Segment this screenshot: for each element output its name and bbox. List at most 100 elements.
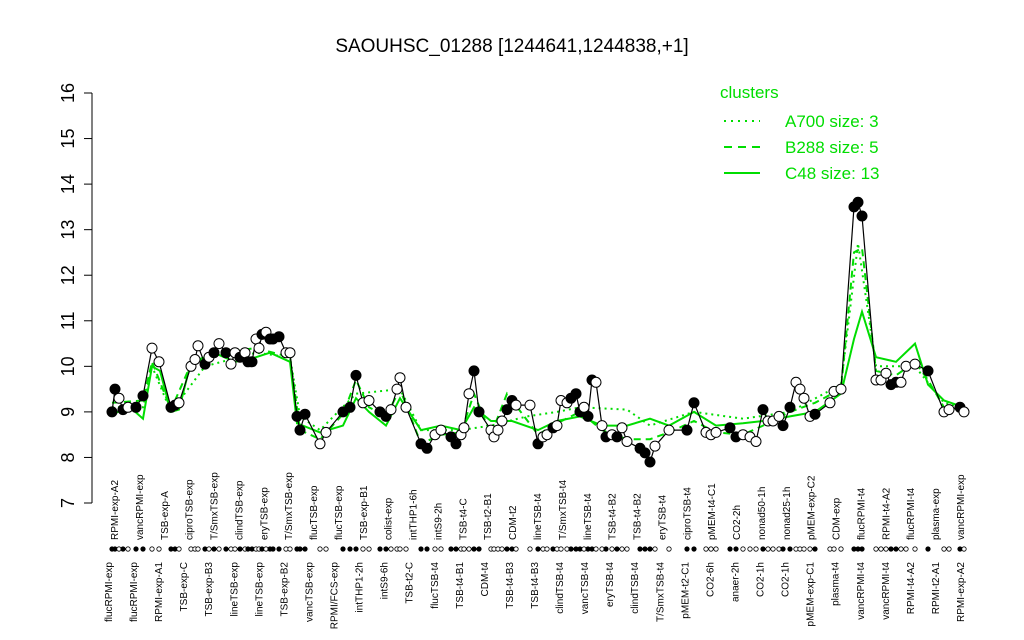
data-point-134 [958,406,970,418]
data-point-129 [909,358,921,370]
rug-mark-61 [476,546,482,552]
x-label-lower-1: flucRPMI-exp [129,562,140,622]
x-label-lower-2: RPMI-exp-A1 [154,562,165,622]
data-point-115 [809,408,821,420]
data-point-41 [344,401,356,413]
data-point-38 [314,438,326,450]
x-label-upper-33: plasma-exp [931,488,942,540]
rug-mark-52 [424,546,430,552]
rug-mark-55 [448,546,454,552]
rug-mark-6 [140,546,146,552]
data-point-108 [773,410,785,422]
y-tick-label-12: 12 [58,265,78,285]
rug-mark-125 [888,546,894,552]
data-point-52 [421,442,433,454]
rug-mark-18 [216,546,222,552]
legend-label-2: C48 size: 13 [785,164,880,183]
rug-mark-72 [544,546,550,552]
data-point-60 [468,365,480,377]
legend: clusters A700 size: 3 B288 size: 5 C48 size… [720,83,880,183]
data-point-78 [570,388,582,400]
x-label-lower-11: intS9-6h [380,562,391,599]
y-tick-label-16: 16 [58,83,78,103]
x-label-upper-18: T/SmxTSB-t4 [558,480,569,540]
rug-mark-106 [765,546,771,552]
x-label-upper-9: flucTSB-exp [334,485,345,540]
x-label-lower-16: TSB-t4-B3 [505,562,516,609]
data-point-0 [106,406,118,418]
x-label-lower-32: RPMI-t4-A2 [906,562,917,615]
x-label-lower-5: lineTSB-exp [229,562,240,617]
rug-mark-83 [593,546,599,552]
data-point-56 [450,438,462,450]
x-label-lower-7: TSB-exp-B2 [279,562,290,617]
data-point-87 [611,431,623,443]
rug-mark-47 [388,546,394,552]
x-label-lower-31: vancRPMI-t4 [881,562,892,620]
data-point-104 [750,436,762,447]
rug-mark-101 [733,546,739,552]
rug-mark-104 [753,546,759,552]
x-label-upper-5: clindTSB-exp [234,480,245,540]
x-label-lower-20: eryTSB-t4 [605,562,616,607]
data-point-84 [596,420,608,432]
data-point-18 [213,338,225,350]
rug-mark-96 [691,546,697,552]
rug-mark-70 [535,546,541,552]
x-label-upper-2: TSB-exp-A [160,491,171,540]
data-point-49 [394,372,406,384]
data-point-64 [492,424,504,436]
data-point-92 [644,456,656,468]
data-point-91 [639,447,651,459]
data-point-80 [578,401,590,413]
x-label-lower-26: CO2-1h [756,562,767,597]
rug-mark-31 [270,546,276,552]
rug-mark-92 [647,546,653,552]
rug-mark-59 [466,546,472,552]
rug-mark-45 [377,546,383,552]
cluster-line-b288 [111,246,965,446]
y-tick-label-14: 14 [58,174,78,194]
data-point-93 [649,440,661,452]
data-point-54 [435,424,447,436]
chart: SAOUHSC_01288 [1244641,1244838,+1] 7 8 9 10… [0,0,1024,640]
x-label-upper-31: RPMI-t4-A2 [881,487,892,540]
x-label-lower-12: TSB-t2-C [405,562,416,604]
x-label-lower-8: vancTSB-exp [305,562,316,622]
rug-mark-118 [838,546,844,552]
data-point-7 [146,342,158,354]
rug-mark-34 [287,546,293,552]
data-point-37 [299,408,311,420]
x-label-lower-15: CDM-t4 [480,562,491,597]
rug-mark-121 [859,546,865,552]
rug-mark-86 [609,546,615,552]
x-label-lower-29: plasma-t4 [831,562,842,606]
rug-mark-122 [873,546,879,552]
y-tick-label-10: 10 [58,356,78,376]
data-point-50 [400,401,412,413]
rug-mark-93 [652,546,658,552]
rug-mark-98 [708,546,714,552]
data-point-8 [153,356,165,368]
x-label-upper-23: ciproTSB-t4 [682,487,693,540]
legend-label-0: A700 size: 3 [785,112,879,131]
x-label-upper-4: T/SmxTSB-exp [210,472,221,540]
rug-mark-54 [438,546,444,552]
data-point-23 [239,347,251,359]
x-label-lower-33: RPMI-t2-A1 [931,562,942,615]
x-label-upper-26: nonad50-1h [757,487,768,540]
data-point-99 [710,426,722,438]
data-point-65 [496,415,508,427]
data-point-36 [294,424,306,436]
rug-mark-19 [223,546,229,552]
x-label-upper-6: eryTSB-exp [259,487,270,540]
points-layer [106,196,970,468]
cluster-line-a700 [112,243,965,432]
rug-mark-89 [624,546,630,552]
y-tick-label-9: 9 [58,407,78,417]
chart-canvas: SAOUHSC_01288 [1244641,1244838,+1] 7 8 9 10… [58,36,970,629]
data-point-116 [824,397,836,409]
x-label-upper-17: lineTSB-t4 [533,493,544,540]
rug-mark-87 [614,546,620,552]
rug-mark-94 [666,546,672,552]
